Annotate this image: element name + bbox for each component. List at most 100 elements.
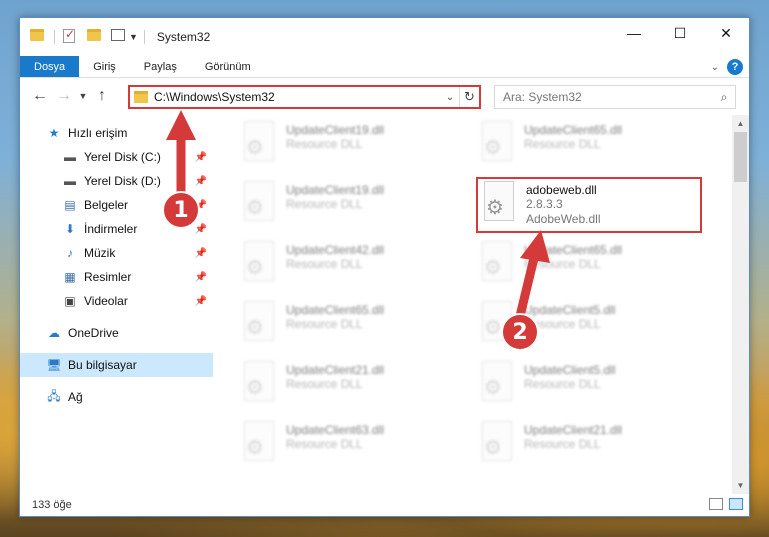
sidebar-item-label: Bu bilgisayar <box>68 358 137 372</box>
file-name: UpdateClient42.dll <box>286 243 385 257</box>
details-view-icon[interactable] <box>709 498 723 510</box>
file-item[interactable]: ⚙ UpdateClient42.dll Resource DLL <box>242 241 462 291</box>
minimize-button[interactable]: — <box>611 18 657 48</box>
sidebar-item-this-pc[interactable]: 🖥 Bu bilgisayar <box>20 353 213 377</box>
sidebar-item-label: Resimler <box>84 270 132 284</box>
pictures-icon: ▦ <box>64 270 76 284</box>
file-type: Resource DLL <box>524 257 601 271</box>
dll-file-icon: ⚙ <box>242 421 278 463</box>
window-title: System32 <box>156 30 211 44</box>
tab-home[interactable]: Giriş <box>79 56 130 77</box>
sidebar-item-label: Belgeler <box>84 198 129 212</box>
recent-locations-icon[interactable]: ▼ <box>76 84 90 108</box>
sidebar-item-label: Ağ <box>68 390 83 404</box>
folder-icon <box>30 29 46 45</box>
pin-icon[interactable]: 📌 <box>195 248 207 259</box>
close-button[interactable]: ✕ <box>703 18 749 48</box>
documents-icon: ▤ <box>64 198 76 212</box>
search-input[interactable]: Ara: System32 ⌕ <box>494 85 736 109</box>
dll-file-icon: ⚙ <box>480 121 516 163</box>
vertical-scrollbar[interactable]: ▲ ▼ <box>732 115 749 494</box>
file-type: Resource DLL <box>286 197 363 211</box>
file-item[interactable]: ⚙ UpdateClient65.dll Resource DLL <box>480 121 700 171</box>
pin-icon[interactable]: 📌 <box>195 296 207 307</box>
file-type: Resource DLL <box>286 377 363 391</box>
file-type: Resource DLL <box>286 317 363 331</box>
file-name: UpdateClient65.dll <box>524 123 623 137</box>
sidebar-item-local-disk-d[interactable]: ▬ Yerel Disk (D:) 📌 <box>20 169 213 193</box>
file-version: 2.8.3.3 <box>526 197 563 211</box>
tiles-view-icon[interactable] <box>729 498 743 510</box>
address-path[interactable]: C:\Windows\System32 <box>154 90 441 104</box>
sidebar-item-label: Videolar <box>84 294 128 308</box>
sidebar-item-pictures[interactable]: ▦ Resimler 📌 <box>20 265 213 289</box>
pin-icon[interactable]: 📌 <box>195 272 207 283</box>
up-button[interactable]: ↑ <box>90 84 114 108</box>
maximize-button[interactable]: ☐ <box>657 18 703 48</box>
pin-icon[interactable]: 📌 <box>195 224 207 235</box>
address-bar[interactable]: C:\Windows\System32 ⌄ ↻ <box>128 85 481 109</box>
title-bar: ▼ System32 — ☐ ✕ <box>20 18 749 56</box>
dll-file-icon: ⚙ <box>242 361 278 403</box>
file-item[interactable]: ⚙ UpdateClient19.dll Resource DLL <box>242 121 462 171</box>
sidebar-item-network[interactable]: 🖧 Ağ <box>20 385 213 409</box>
pin-icon[interactable]: 📌 <box>195 176 207 187</box>
scroll-up-icon[interactable]: ▲ <box>732 115 749 132</box>
file-item[interactable]: ⚙ UpdateClient65.dll Resource DLL <box>242 301 462 351</box>
item-count: 133 öğe <box>32 499 72 511</box>
forward-button[interactable]: → <box>52 84 76 108</box>
new-folder-icon[interactable] <box>87 29 103 45</box>
sidebar-item-music[interactable]: ♪ Müzik 📌 <box>20 241 213 265</box>
scrollbar-thumb[interactable] <box>734 132 747 182</box>
scroll-down-icon[interactable]: ▼ <box>732 477 749 494</box>
file-type: Resource DLL <box>286 257 363 271</box>
highlighted-file-item[interactable]: ⚙ adobeweb.dll 2.8.3.3 AdobeWeb.dll <box>476 177 702 233</box>
dll-file-icon: ⚙ <box>242 301 278 343</box>
pin-icon[interactable]: 📌 <box>195 152 207 163</box>
properties-check-icon[interactable] <box>63 27 79 45</box>
folder-icon <box>134 91 148 103</box>
file-name: UpdateClient19.dll <box>286 123 385 137</box>
tab-view[interactable]: Görünüm <box>191 56 265 77</box>
sidebar-item-videos[interactable]: ▣ Videolar 📌 <box>20 289 213 313</box>
navigation-bar: ← → ▼ ↑ C:\Windows\System32 ⌄ ↻ Ara: Sys… <box>20 78 749 114</box>
file-item[interactable]: ⚙ UpdateClient65.dll Resource DLL <box>480 241 700 291</box>
file-item[interactable]: ⚙ UpdateClient21.dll Resource DLL <box>242 361 462 411</box>
customize-toolbar-icon[interactable] <box>111 29 127 45</box>
address-dropdown-icon[interactable]: ⌄ <box>441 92 459 103</box>
ribbon-expand-icon[interactable]: ⌄ <box>711 62 719 73</box>
toolbar-dropdown-icon[interactable]: ▼ <box>129 32 138 42</box>
download-icon: ⬇ <box>64 222 76 236</box>
drive-icon: ▬ <box>64 150 76 164</box>
file-item[interactable]: ⚙ UpdateClient5.dll Resource DLL <box>480 361 700 411</box>
sidebar-item-label: İndirmeler <box>84 222 138 236</box>
file-name: UpdateClient5.dll <box>524 303 616 317</box>
file-item[interactable]: ⚙ UpdateClient19.dll Resource DLL <box>242 181 462 231</box>
file-name: UpdateClient63.dll <box>286 423 385 437</box>
search-icon[interactable]: ⌕ <box>713 90 735 105</box>
cloud-icon: ☁ <box>48 326 60 340</box>
sidebar-item-onedrive[interactable]: ☁ OneDrive <box>20 321 213 345</box>
help-icon[interactable]: ? <box>727 59 743 75</box>
file-type: Resource DLL <box>286 137 363 151</box>
refresh-icon[interactable]: ↻ <box>459 87 479 107</box>
sidebar-item-label: Yerel Disk (D:) <box>84 174 161 188</box>
back-button[interactable]: ← <box>28 84 52 108</box>
dll-file-icon: ⚙ <box>242 241 278 283</box>
file-item[interactable]: ⚙ UpdateClient21.dll Resource DLL <box>480 421 700 471</box>
file-name: adobeweb.dll <box>526 183 597 197</box>
dll-file-icon: ⚙ <box>242 121 278 163</box>
file-type: Resource DLL <box>286 437 363 451</box>
tab-file[interactable]: Dosya <box>20 56 80 77</box>
file-item[interactable]: ⚙ UpdateClient63.dll Resource DLL <box>242 421 462 471</box>
network-icon: 🖧 <box>47 388 61 403</box>
callout-step-2: 2 <box>501 313 539 351</box>
file-list: ⚙ UpdateClient19.dll Resource DLL ⚙ Updat… <box>214 115 749 494</box>
sidebar-item-quick-access[interactable]: ★ Hızlı erişim <box>20 121 213 145</box>
tab-share[interactable]: Paylaş <box>130 56 191 77</box>
sidebar-item-local-disk-c[interactable]: ▬ Yerel Disk (C:) 📌 <box>20 145 213 169</box>
file-explorer-window: ▼ System32 — ☐ ✕ Dosya Giriş Paylaş Görü… <box>19 17 750 517</box>
star-icon: ★ <box>48 126 60 140</box>
file-name: UpdateClient65.dll <box>286 303 385 317</box>
callout-step-1: 1 <box>162 191 200 229</box>
